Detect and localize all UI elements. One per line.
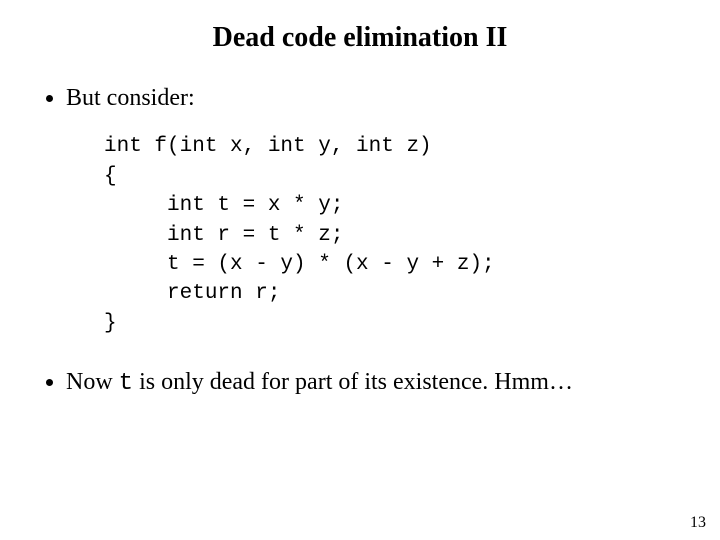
code-block: int f(int x, int y, int z) { int t = x *…: [104, 132, 684, 338]
slide: Dead code elimination II But consider: i…: [0, 0, 720, 540]
bullet-text-pre: Now: [66, 369, 119, 395]
slide-title: Dead code elimination II: [0, 0, 720, 82]
bullet-item: But consider:: [66, 82, 684, 114]
bullet-item: Now t is only dead for part of its exist…: [66, 366, 684, 400]
page-number: 13: [690, 514, 706, 532]
bullet-list: But consider:: [44, 82, 684, 114]
bullet-text-mono: t: [119, 370, 133, 397]
slide-content: But consider: int f(int x, int y, int z)…: [0, 82, 720, 401]
bullet-list: Now t is only dead for part of its exist…: [44, 366, 684, 400]
bullet-text-post: is only dead for part of its existence. …: [133, 369, 573, 395]
